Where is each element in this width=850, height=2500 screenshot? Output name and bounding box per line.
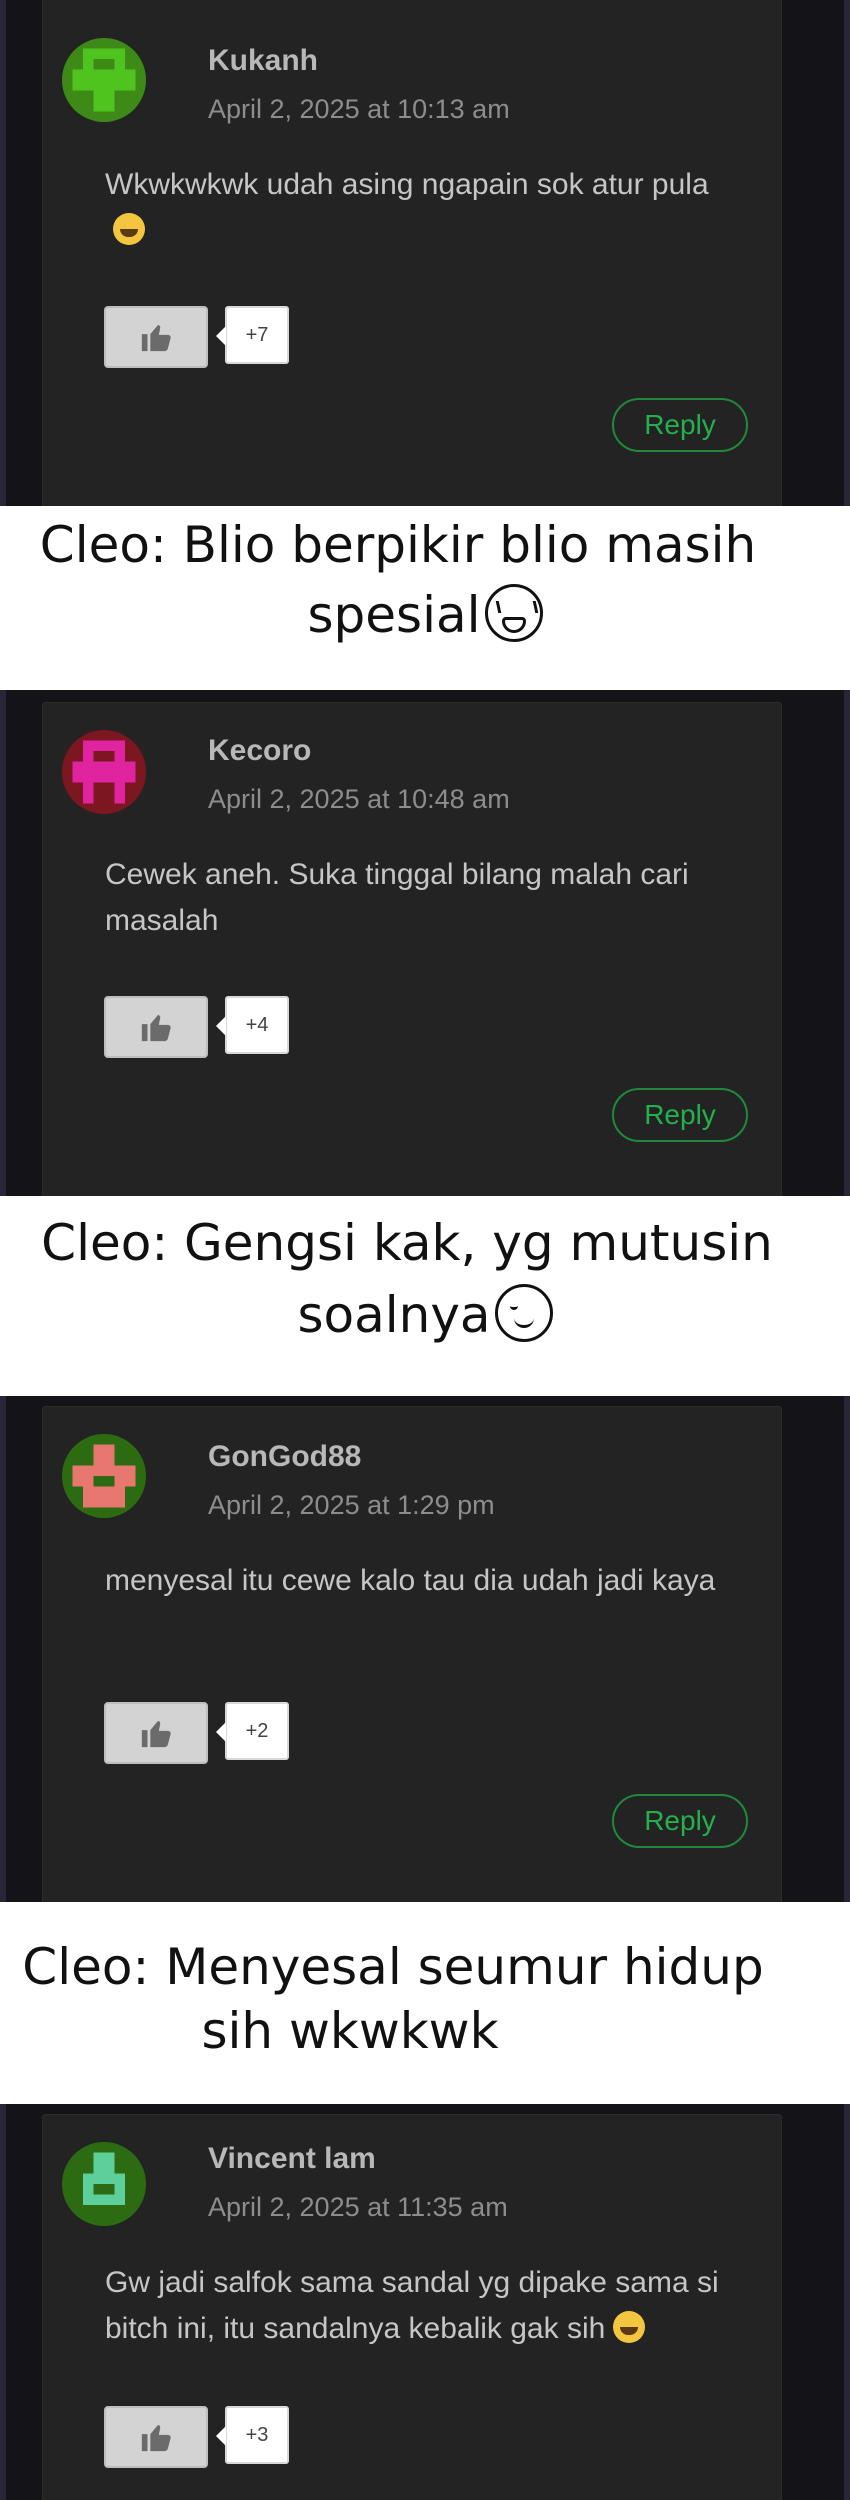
squinting-face-emoji <box>484 584 543 642</box>
comment-text: Wkwkwkwk udah asing ngapain sok atur pul… <box>105 162 745 254</box>
thinking-emoji <box>613 2311 646 2343</box>
thumbs-up-icon <box>141 2424 171 2452</box>
caption-line: Cleo: Gengsi kak, yg mutusin <box>41 1214 773 1272</box>
comment-panel: Kukanh April 2, 2025 at 10:13 am Wkwkwkw… <box>0 0 850 506</box>
comment-text: menyesal itu cewe kalo tau dia udah jadi… <box>105 1564 716 1597</box>
relieved-face-emoji <box>494 1284 553 1342</box>
caption-line: soalnya <box>0 1284 850 1344</box>
caption-panel: Cleo: Menyesal seumur hidup sih wkwkwk <box>0 1902 850 2104</box>
like-count: +7 <box>216 306 289 364</box>
comment-panel: GonGod88 April 2, 2025 at 1:29 pm menyes… <box>0 1396 850 1902</box>
like-button[interactable] <box>104 2406 208 2468</box>
comment-author: Vincent lam <box>208 2142 376 2175</box>
thumbs-up-icon <box>141 1014 171 1042</box>
like-button[interactable] <box>104 996 208 1058</box>
reply-button[interactable]: Reply <box>612 1794 748 1848</box>
reply-button[interactable]: Reply <box>612 1088 748 1142</box>
comment-author: GonGod88 <box>208 1440 362 1473</box>
thumbs-up-icon <box>141 1720 171 1748</box>
caption-line: spesial <box>0 584 850 644</box>
comment-date[interactable]: April 2, 2025 at 11:35 am <box>208 2192 508 2223</box>
caption-line: Cleo: Menyesal seumur hidup <box>22 1938 764 1996</box>
like-count: +4 <box>216 996 289 1054</box>
comment-author: Kecoro <box>208 734 312 767</box>
avatar[interactable] <box>62 1434 146 1518</box>
like-count: +2 <box>216 1702 289 1760</box>
comment-panel: Vincent lam April 2, 2025 at 11:35 am Gw… <box>0 2104 850 2500</box>
caption-panel: Cleo: Gengsi kak, yg mutusin soalnya <box>0 1196 850 1396</box>
avatar[interactable] <box>62 2142 146 2226</box>
like-button[interactable] <box>104 306 208 368</box>
caption-line: Cleo: Blio berpikir blio masih <box>39 516 757 574</box>
reply-button[interactable]: Reply <box>612 398 748 452</box>
comment-text: Cewek aneh. Suka tinggal bilang malah ca… <box>105 858 689 937</box>
grinning-sweat-emoji <box>113 213 145 245</box>
like-count: +3 <box>216 2406 289 2464</box>
caption-panel: Cleo: Blio berpikir blio masih spesial <box>0 506 850 690</box>
comment-panel: Kecoro April 2, 2025 at 10:48 am Cewek a… <box>0 690 850 1196</box>
comment-text: Gw jadi salfok sama sandal yg dipake sam… <box>105 2266 719 2345</box>
comment-author: Kukanh <box>208 44 319 77</box>
avatar[interactable] <box>62 38 146 122</box>
comment-date[interactable]: April 2, 2025 at 10:48 am <box>208 784 510 815</box>
caption-line: sih wkwkwk <box>201 2002 499 2060</box>
comment-date[interactable]: April 2, 2025 at 10:13 am <box>208 94 510 125</box>
thumbs-up-icon <box>141 324 171 352</box>
like-button[interactable] <box>104 1702 208 1764</box>
avatar[interactable] <box>62 730 146 814</box>
comment-date[interactable]: April 2, 2025 at 1:29 pm <box>208 1490 495 1521</box>
